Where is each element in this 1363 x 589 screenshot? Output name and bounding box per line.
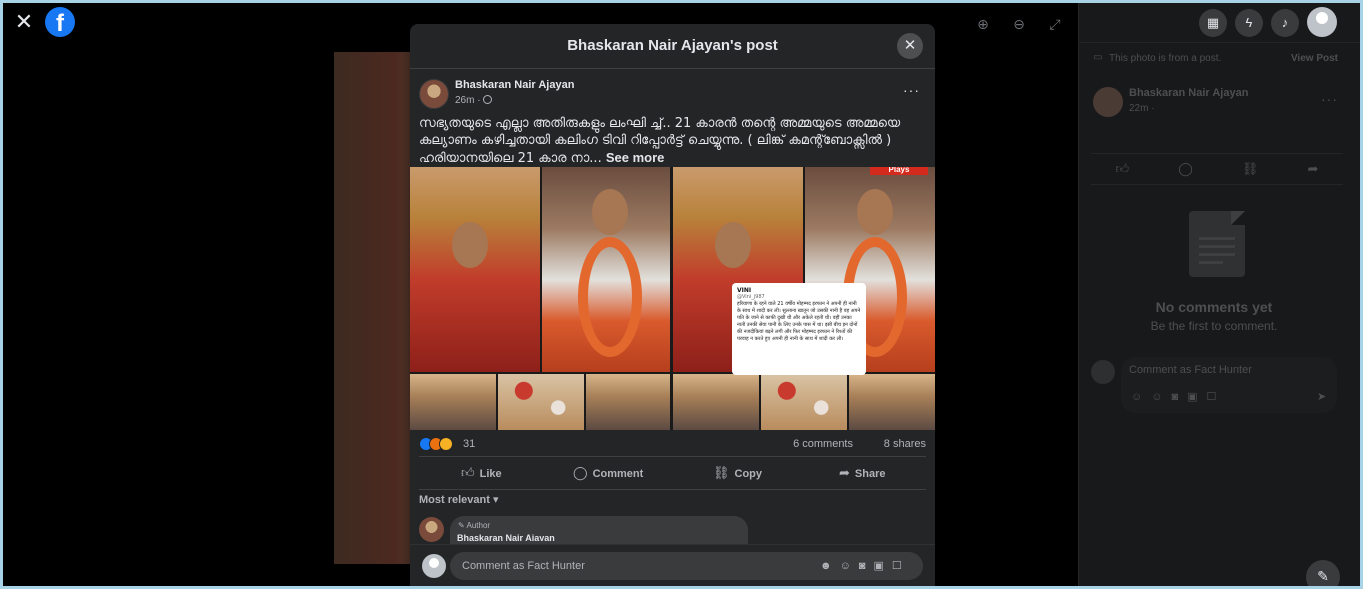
post-text: സഭ്യതയുടെ എല്ലാ അതിരുകളും ലംഘി ച്ച്.. 21… <box>419 115 927 167</box>
side-comment-placeholder: Comment as Fact Hunter <box>1129 364 1252 376</box>
share-icon: ➦ <box>839 465 850 480</box>
send-icon[interactable]: ➤ <box>1317 390 1326 403</box>
photo-from-post-text: This photo is from a post. <box>1109 53 1222 64</box>
photo-tile <box>410 374 496 430</box>
photo-tile <box>410 167 540 372</box>
author-name[interactable]: Bhaskaran Nair Ajayan <box>1129 87 1248 99</box>
close-icon[interactable]: ✕ <box>13 11 35 33</box>
comment-sort-dropdown[interactable]: Most relevant ▾ <box>419 493 499 506</box>
chevron-down-icon: ▾ <box>492 494 499 506</box>
dialog-header: Bhaskaran Nair Ajayan's post ✕ <box>410 24 935 69</box>
post-time-row: 26m · <box>455 95 492 106</box>
shares-count[interactable]: 8 shares <box>884 438 926 450</box>
side-action-bar: 👍︎ ◯ ⛓ ➦ <box>1091 153 1343 185</box>
photo-icon: ▭ <box>1093 52 1103 63</box>
user-avatar <box>422 554 446 578</box>
zoom-in-icon[interactable]: ⊕ <box>969 10 997 38</box>
more-options-icon[interactable]: ··· <box>903 82 920 98</box>
comment-bubble <box>450 516 748 546</box>
reaction-count[interactable]: 31 <box>463 438 475 450</box>
copy-link-icon[interactable]: ⛓ <box>1242 161 1259 177</box>
more-options-icon[interactable]: ··· <box>1321 91 1338 107</box>
share-icon[interactable]: ➦ <box>1308 161 1319 177</box>
share-label: Share <box>854 468 886 480</box>
comment-label: Comment <box>592 468 644 480</box>
comment-icon[interactable]: ◯ <box>1178 161 1193 177</box>
plays-badge: Plays <box>870 167 928 175</box>
tweet-handle: @Vini_j987 <box>737 294 765 300</box>
photo-tile <box>542 167 670 372</box>
author-badge: ✎ Author <box>458 521 490 530</box>
author-badge-label: Author <box>466 521 491 530</box>
dialog-title: Bhaskaran Nair Ajayan's post <box>567 37 778 54</box>
photo-viewer: ✕ f ⊕ ⊖ ⤢ ▦ ϟ ♪ ▭ This photo is from a p… <box>3 3 1360 586</box>
copy-button[interactable]: ⛓ Copy <box>713 465 762 481</box>
close-icon[interactable]: ✕ <box>897 33 923 59</box>
top-nav: ▦ ϟ ♪ <box>1079 3 1360 43</box>
copy-label: Copy <box>734 468 763 480</box>
like-icon[interactable]: 👍︎ <box>1116 161 1130 177</box>
author-name[interactable]: Bhaskaran Nair Ajayan <box>455 79 574 91</box>
bell-icon[interactable]: ♪ <box>1271 9 1299 37</box>
post-time: 22m · <box>1129 103 1155 114</box>
post-time[interactable]: 26m · <box>455 95 481 106</box>
account-avatar[interactable] <box>1307 7 1337 37</box>
zoom-out-icon[interactable]: ⊖ <box>1005 10 1033 38</box>
commenter-avatar[interactable] <box>419 517 444 542</box>
comment-composer: Comment as Fact Hunter ☻☺◙▣☐ <box>410 544 935 586</box>
photo-tile <box>849 374 935 430</box>
grid-menu-icon[interactable]: ▦ <box>1199 9 1227 37</box>
haha-reaction-icon <box>439 437 453 451</box>
side-composer-icons: ☺☺◙▣☐ <box>1131 391 1226 403</box>
photo-tile <box>673 374 759 430</box>
fullscreen-icon[interactable]: ⤢ <box>1041 10 1069 38</box>
tweet-user: VINI <box>737 287 752 294</box>
comment-author-name[interactable]: Bhaskaran Nair Ajayan <box>457 533 555 541</box>
post-image[interactable]: Plays VINI @Vini_j987 हरियाणा के रहने वा… <box>410 167 935 430</box>
comment-button[interactable]: ◯ Comment <box>573 465 643 481</box>
like-label: Like <box>479 468 502 480</box>
no-comments-subtitle: Be the first to comment. <box>1150 319 1278 333</box>
commenter-avatar <box>1091 360 1115 384</box>
comments-count[interactable]: 6 comments <box>793 438 853 450</box>
comment-placeholder: Comment as Fact Hunter <box>462 560 585 572</box>
globe-icon <box>482 95 492 104</box>
no-comments-title: No comments yet <box>1155 299 1273 315</box>
photo-tile <box>586 374 670 430</box>
tweet-screenshot: VINI @Vini_j987 हरियाणा के रहने वाले 21 … <box>732 283 866 375</box>
copy-link-icon: ⛓ <box>713 465 730 480</box>
tweet-text: हरियाणा के रहने वाले 21 वर्षीय मोहम्मद इ… <box>737 301 861 342</box>
facebook-logo[interactable]: f <box>45 7 75 37</box>
messenger-icon[interactable]: ϟ <box>1235 9 1263 37</box>
share-button[interactable]: ➦ Share <box>839 465 885 481</box>
sort-label: Most relevant <box>419 494 490 506</box>
comment-icon: ◯ <box>573 465 588 480</box>
like-icon: 👍︎ <box>461 465 475 480</box>
empty-document-icon <box>1189 211 1245 277</box>
new-message-icon[interactable]: ✎ <box>1306 560 1340 586</box>
photo-tile <box>761 374 847 430</box>
like-button[interactable]: 👍︎ Like <box>461 465 502 481</box>
photo-tile <box>498 374 584 430</box>
post-action-bar: 👍︎ Like ◯ Comment ⛓ Copy ➦ Share <box>419 456 926 490</box>
post-dialog: Bhaskaran Nair Ajayan's post ✕ Bhaskaran… <box>410 24 935 586</box>
composer-icons[interactable]: ☻☺◙▣☐ <box>820 559 910 572</box>
photo-side-panel: ▦ ϟ ♪ ▭ This photo is from a post. View … <box>1078 3 1360 586</box>
author-avatar[interactable] <box>419 79 449 109</box>
view-post-link[interactable]: View Post <box>1291 53 1338 64</box>
see-more-link[interactable]: See more <box>606 150 665 165</box>
author-avatar[interactable] <box>1093 87 1123 117</box>
